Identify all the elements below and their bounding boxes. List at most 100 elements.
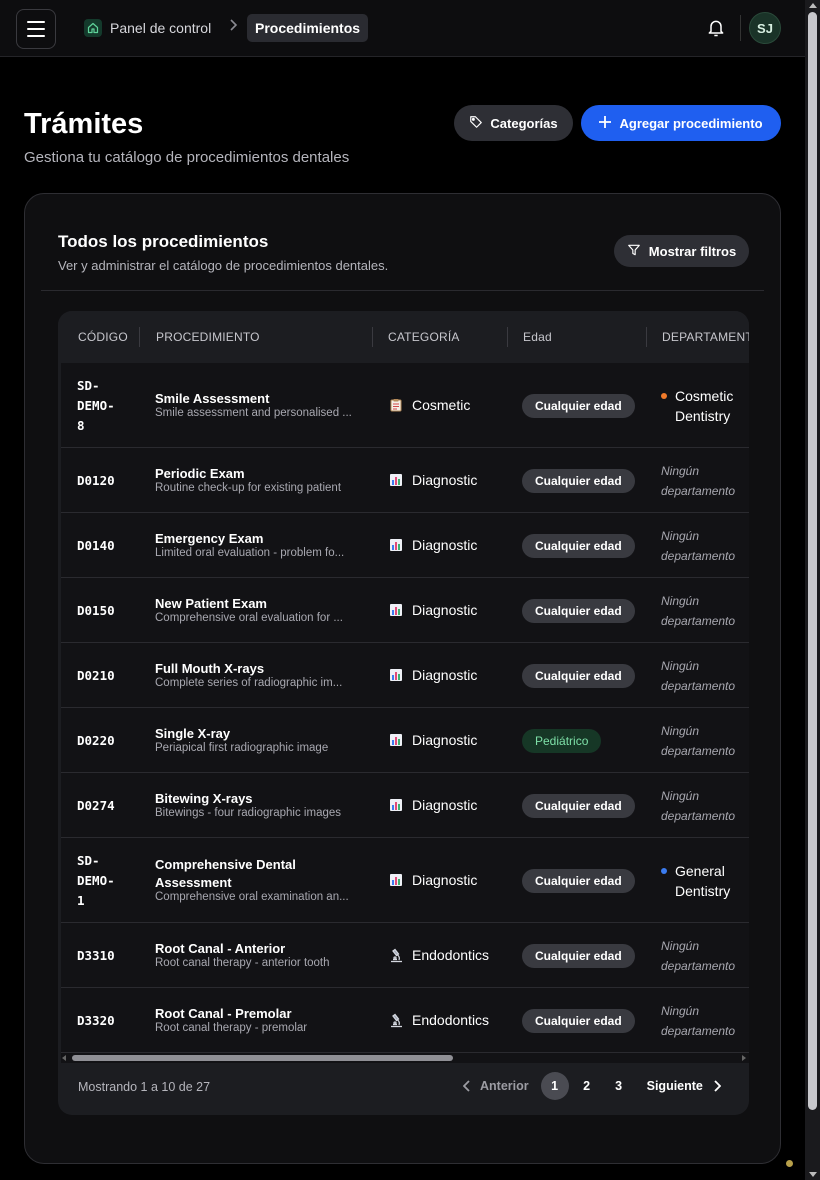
procedure-description: Smile assessment and personalised ... <box>155 406 352 419</box>
table-row[interactable]: D0274 Bitewing X-rays Bitewings - four r… <box>61 773 749 838</box>
card-subtitle: Ver y administrar el catálogo de procedi… <box>58 258 389 273</box>
procedure-name[interactable]: Bitewing X-rays <box>155 790 365 808</box>
procedure-name[interactable]: Comprehensive Dental Assessment <box>155 856 365 892</box>
category-value: Diagnostic <box>389 797 477 813</box>
show-filters-button[interactable]: Mostrar filtros <box>614 235 749 267</box>
procedure-code: D0220 <box>77 732 115 748</box>
hamburger-icon <box>27 21 45 23</box>
scroll-left-icon[interactable] <box>62 1055 66 1061</box>
age-badge: Cualquier edad <box>522 468 635 493</box>
page-button-3[interactable]: 3 <box>605 1072 633 1100</box>
procedure-code: D0274 <box>77 797 115 813</box>
chevron-right-icon <box>714 1080 721 1092</box>
procedures-card: Todos los procedimientos Ver y administr… <box>24 193 781 1164</box>
age-badge: Cualquier edad <box>522 868 635 893</box>
procedure-name[interactable]: Emergency Exam <box>155 530 365 548</box>
procedure-description: Root canal therapy - anterior tooth <box>155 956 330 969</box>
category-value: Diagnostic <box>389 667 477 683</box>
procedures-table: CÓDIGO PROCEDIMIENTO CATEGORÍA Edad DEPA… <box>58 311 749 1115</box>
procedure-code: D3310 <box>77 947 115 963</box>
tag-icon <box>469 115 483 132</box>
category-label: Endodontics <box>412 1011 490 1028</box>
category-value: Diagnostic <box>389 537 477 553</box>
table-row[interactable]: D0150 New Patient Exam Comprehensive ora… <box>61 578 749 643</box>
chevron-right-icon <box>228 18 238 34</box>
column-header-code[interactable]: CÓDIGO <box>78 330 128 344</box>
procedure-name[interactable]: Single X-ray <box>155 725 365 743</box>
avatar[interactable]: SJ <box>749 12 781 44</box>
next-page-button[interactable]: Siguiente <box>647 1079 721 1093</box>
next-page-label: Siguiente <box>646 1079 703 1093</box>
scroll-up-icon[interactable] <box>809 3 817 8</box>
divider <box>740 15 741 41</box>
procedure-name[interactable]: Smile Assessment <box>155 390 365 408</box>
procedure-name[interactable]: New Patient Exam <box>155 595 365 613</box>
scroll-down-icon[interactable] <box>809 1172 817 1177</box>
menu-button[interactable] <box>16 9 56 49</box>
page-button-2[interactable]: 2 <box>573 1072 601 1100</box>
table-row[interactable]: D3320 Root Canal - Premolar Root canal t… <box>61 988 749 1053</box>
table-row[interactable]: D0220 Single X-ray Periapical first radi… <box>61 708 749 773</box>
category-label: Diagnostic <box>412 536 478 553</box>
procedure-code: D0150 <box>77 602 115 618</box>
table-row[interactable]: SD- DEMO- 1 Comprehensive Dental Assessmen… <box>61 838 749 923</box>
breadcrumb-home[interactable]: Panel de control <box>80 15 215 41</box>
table-row[interactable]: D0140 Emergency Exam Limited oral evalua… <box>61 513 749 578</box>
microscope-icon <box>389 1013 403 1027</box>
page-button-1[interactable]: 1 <box>540 1072 569 1100</box>
column-header-department[interactable]: DEPARTAMENT <box>662 330 749 344</box>
scrollbar-thumb[interactable] <box>72 1055 453 1061</box>
add-procedure-button-label: Agregar procedimiento <box>619 115 763 131</box>
age-badge: Cualquier edad <box>522 793 635 818</box>
age-badge: Cualquier edad <box>522 393 635 418</box>
department-value: General Dentistry <box>661 861 745 901</box>
department-none: Ningún departamento <box>661 463 736 498</box>
column-header-age[interactable]: Edad <box>523 330 552 344</box>
category-label: Diagnostic <box>412 601 478 618</box>
page-title: Trámites <box>24 108 144 140</box>
procedure-name[interactable]: Root Canal - Anterior <box>155 940 365 958</box>
table-header: CÓDIGO PROCEDIMIENTO CATEGORÍA Edad DEPA… <box>58 311 749 363</box>
page-scrollbar[interactable] <box>805 0 820 1180</box>
procedure-code: D0210 <box>77 667 115 683</box>
categories-button[interactable]: Categorías <box>454 105 573 141</box>
department-value: Cosmetic Dentistry <box>661 386 745 426</box>
department-none: Ningún departamento <box>661 528 736 563</box>
column-divider <box>507 327 508 347</box>
procedure-name[interactable]: Full Mouth X-rays <box>155 660 365 678</box>
category-label: Diagnostic <box>412 731 478 748</box>
column-divider <box>372 327 373 347</box>
department-label: Cosmetic Dentistry <box>675 387 734 424</box>
notification-bell-icon[interactable] <box>706 18 726 38</box>
status-dot <box>786 1160 793 1167</box>
department-none: Ningún departamento <box>661 593 736 628</box>
hamburger-icon <box>27 28 45 30</box>
show-filters-button-label: Mostrar filtros <box>648 243 737 259</box>
category-label: Diagnostic <box>412 666 478 683</box>
bar-chart-icon <box>389 798 403 812</box>
table-row[interactable]: D0210 Full Mouth X-rays Complete series … <box>61 643 749 708</box>
bar-chart-icon <box>389 873 403 887</box>
table-row[interactable]: D3310 Root Canal - Anterior Root canal t… <box>61 923 749 988</box>
table-row[interactable]: D0120 Periodic Exam Routine check-up for… <box>61 448 749 513</box>
previous-page-button[interactable]: Anterior <box>463 1079 529 1093</box>
horizontal-scrollbar[interactable] <box>61 1053 749 1063</box>
scroll-right-icon[interactable] <box>742 1055 746 1061</box>
add-procedure-button[interactable]: Agregar procedimiento <box>581 105 781 141</box>
column-header-procedure[interactable]: PROCEDIMIENTO <box>156 330 260 344</box>
category-label: Cosmetic <box>412 396 471 413</box>
department-none: Ningún departamento <box>661 1003 736 1038</box>
procedure-description: Limited oral evaluation - problem fo... <box>155 546 345 559</box>
procedure-name[interactable]: Periodic Exam <box>155 465 365 483</box>
category-value: Diagnostic <box>389 732 477 748</box>
bar-chart-icon <box>389 473 403 487</box>
procedure-description: Comprehensive oral examination an... <box>155 890 349 903</box>
breadcrumb-current: Procedimientos <box>247 14 369 42</box>
previous-page-label: Anterior <box>480 1079 529 1093</box>
breadcrumb-home-label: Panel de control <box>110 20 212 36</box>
home-icon <box>84 19 102 37</box>
procedure-name[interactable]: Root Canal - Premolar <box>155 1005 365 1023</box>
scrollbar-thumb[interactable] <box>808 12 817 1110</box>
column-header-category[interactable]: CATEGORÍA <box>388 330 460 344</box>
table-row[interactable]: SD- DEMO- 8 Smile Assessment Smile assessm… <box>61 363 749 448</box>
